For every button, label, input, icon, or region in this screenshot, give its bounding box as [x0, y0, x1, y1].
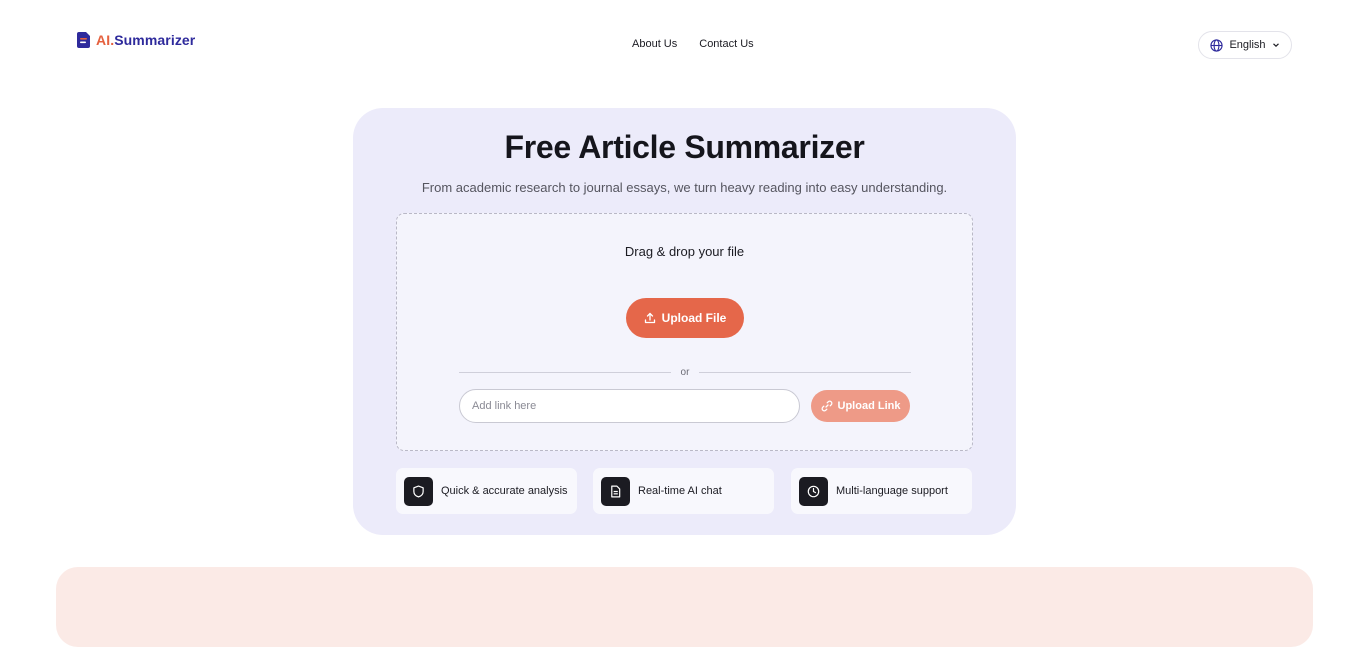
- main-nav: About Us Contact Us: [632, 38, 754, 50]
- feature-item-analysis: Quick & accurate analysis: [396, 468, 577, 514]
- globe-icon: [1210, 38, 1224, 52]
- feature-icon-box: [404, 476, 433, 506]
- feature-label: Real-time AI chat: [638, 485, 722, 497]
- site-header: AI.Summarizer About Us Contact Us Englis…: [0, 0, 1366, 90]
- or-label: or: [680, 366, 690, 378]
- feature-label: Multi-language support: [836, 485, 948, 497]
- upload-file-button[interactable]: Upload File: [626, 298, 744, 338]
- link-icon: [821, 400, 832, 412]
- feature-icon-box: [799, 476, 828, 506]
- document-icon: [611, 485, 621, 497]
- page-title: Free Article Summarizer: [504, 129, 865, 165]
- chevron-down-icon: [1272, 43, 1279, 48]
- divider-line-right: [699, 371, 911, 373]
- divider-line-left: [459, 371, 671, 373]
- feature-icon-box: [601, 476, 630, 506]
- upload-link-button[interactable]: Upload Link: [811, 390, 910, 422]
- clock-icon: [807, 485, 820, 497]
- feature-label: Quick & accurate analysis: [441, 485, 568, 497]
- hero-card: Free Article Summarizer From academic re…: [353, 108, 1016, 535]
- document-logo-icon: [77, 32, 90, 48]
- logo-text-ai: AI.: [96, 32, 115, 48]
- upload-file-label: Upload File: [661, 311, 727, 325]
- link-input[interactable]: [459, 389, 800, 423]
- feature-list: Quick & accurate analysis Real-time AI c…: [396, 468, 973, 514]
- logo[interactable]: AI.Summarizer: [77, 31, 195, 49]
- shield-icon: [413, 485, 424, 497]
- or-divider: or: [459, 365, 911, 379]
- upload-link-label: Upload Link: [837, 400, 901, 412]
- nav-about-us[interactable]: About Us: [632, 38, 677, 50]
- feature-item-language: Multi-language support: [791, 468, 972, 514]
- language-label: English: [1229, 39, 1266, 51]
- bottom-section-panel: [56, 567, 1313, 647]
- upload-icon: [644, 312, 655, 324]
- dropzone-prompt: Drag & drop your file: [624, 244, 745, 259]
- file-dropzone[interactable]: Drag & drop your file Upload File or Upl…: [396, 213, 973, 451]
- feature-item-chat: Real-time AI chat: [593, 468, 774, 514]
- page-subtitle: From academic research to journal essays…: [421, 180, 948, 195]
- logo-text-name: Summarizer: [114, 32, 196, 48]
- language-selector[interactable]: English: [1198, 31, 1292, 59]
- logo-text: AI.Summarizer: [96, 32, 195, 48]
- nav-contact-us[interactable]: Contact Us: [699, 38, 753, 50]
